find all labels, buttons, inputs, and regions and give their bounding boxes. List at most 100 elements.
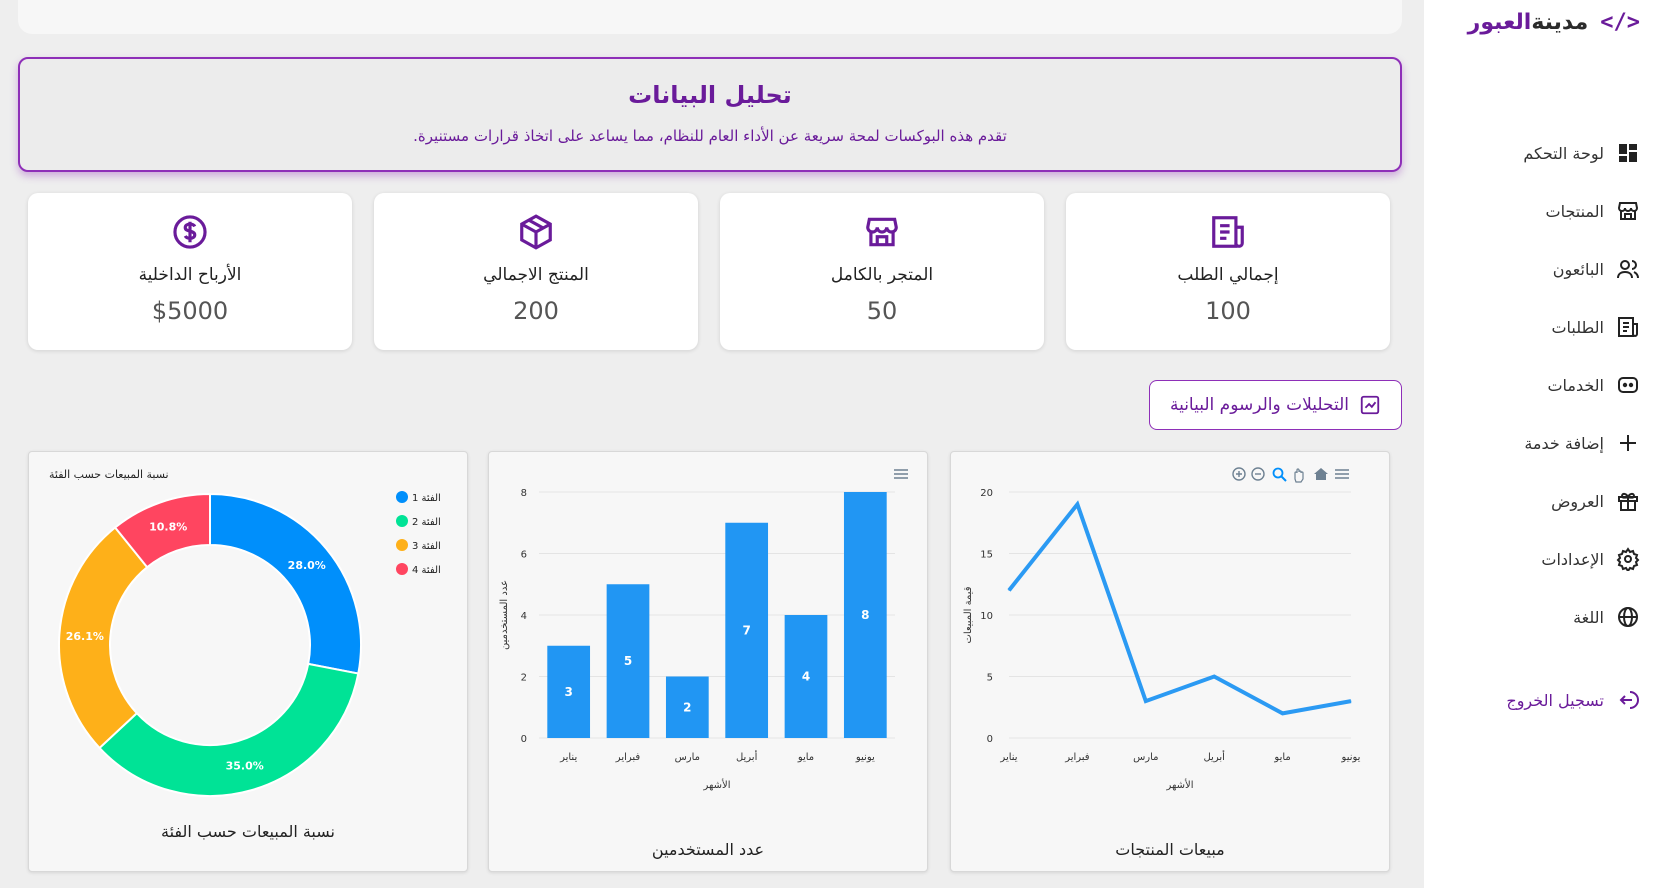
brand-name: مدينةالعبور bbox=[1468, 10, 1589, 35]
sidebar-item-label: العروض bbox=[1551, 491, 1604, 511]
stat-value: $5000 bbox=[151, 297, 229, 325]
line-chart: 0 5 10 15 20 يناير فبراير مارس أبريل مايو يونيو الأ… bbox=[963, 467, 1361, 791]
menu-icon[interactable] bbox=[894, 469, 908, 479]
sidebar-item-language[interactable]: اللغة bbox=[1440, 588, 1640, 646]
stat-title: إجمالي الطلب bbox=[1177, 265, 1279, 285]
data-point bbox=[1350, 700, 1352, 702]
x-tick-label: مايو bbox=[1273, 752, 1290, 763]
home-icon[interactable] bbox=[1314, 468, 1328, 480]
x-tick-label: يونيو bbox=[1341, 752, 1361, 763]
sidebar-item-label: الإعدادات bbox=[1541, 549, 1604, 569]
zoom-out-icon[interactable] bbox=[1251, 467, 1265, 481]
store-icon bbox=[1617, 202, 1639, 220]
code-icon: </> bbox=[1600, 10, 1640, 35]
sidebar-item-products[interactable]: المنتجات bbox=[1440, 182, 1640, 240]
legend-marker bbox=[396, 515, 408, 527]
users-icon bbox=[1617, 260, 1639, 279]
chart-caption: عدد المستخدمين bbox=[651, 840, 765, 859]
hero-title: تحليل البيانات bbox=[628, 81, 792, 109]
legend-marker bbox=[396, 563, 408, 575]
chart-caption: نسبة المبيعات حسب الفئة bbox=[161, 822, 335, 841]
y-axis-title: قيمة المبيعات bbox=[963, 586, 974, 643]
stat-card-orders: إجمالي الطلب 100 bbox=[1066, 193, 1390, 350]
x-axis-title: الأشهر bbox=[703, 778, 731, 791]
services-icon bbox=[1618, 377, 1638, 393]
x-axis-title: الأشهر bbox=[1166, 778, 1194, 791]
bar-data-label: 7 bbox=[742, 623, 750, 637]
pie-chart-card: نسبة المبيعات حسب الفئة 28.0% 35.0% 26.1% 10… bbox=[28, 451, 468, 872]
bar-data-label: 3 bbox=[564, 685, 572, 699]
y-tick-label: 8 bbox=[521, 488, 527, 499]
data-point bbox=[1076, 503, 1078, 505]
y-tick-label: 6 bbox=[521, 550, 527, 561]
x-tick-label: مايو bbox=[797, 752, 814, 763]
sidebar-item-settings[interactable]: الإعدادات bbox=[1440, 530, 1640, 588]
sidebar-item-label: المنتجات bbox=[1545, 201, 1605, 221]
x-tick-label: أبريل bbox=[1203, 750, 1225, 763]
y-axis-title: عدد المستخدمين bbox=[499, 580, 510, 650]
legend-marker bbox=[396, 539, 408, 551]
legend-label: الفئة 2 bbox=[412, 517, 441, 528]
sidebar-item-services[interactable]: الخدمات bbox=[1440, 356, 1640, 414]
chart-line-icon bbox=[1360, 395, 1380, 415]
brand[interactable]: </> مدينةالعبور bbox=[1468, 10, 1640, 35]
orders-icon bbox=[1212, 216, 1244, 248]
slice-label: 28.0% bbox=[288, 559, 326, 572]
series-line bbox=[1007, 500, 1352, 716]
zoom-in-icon[interactable] bbox=[1232, 467, 1246, 481]
analytics-button-label: التحليلات والرسوم البيانية bbox=[1169, 395, 1350, 415]
bar-data-label: 4 bbox=[802, 670, 810, 684]
bar-data-label: 2 bbox=[683, 700, 691, 714]
y-tick-label: 5 bbox=[987, 673, 993, 684]
sidebar-item-dashboard[interactable]: لوحة التحكم bbox=[1440, 124, 1640, 182]
y-tick-label: 20 bbox=[980, 488, 993, 499]
stat-value: 100 bbox=[1205, 297, 1251, 325]
sidebar-item-orders[interactable]: الطلبات bbox=[1440, 298, 1640, 356]
data-point bbox=[1145, 700, 1147, 702]
y-tick-label: 2 bbox=[521, 673, 527, 684]
sidebar-item-label: اللغة bbox=[1573, 607, 1604, 627]
x-tick-label: فبراير bbox=[615, 752, 641, 763]
analytics-button[interactable]: التحليلات والرسوم البيانية bbox=[1149, 380, 1402, 430]
globe-icon bbox=[1618, 607, 1638, 627]
slice-label: 10.8% bbox=[149, 521, 187, 534]
stat-value: 200 bbox=[513, 297, 559, 325]
store-icon bbox=[866, 217, 898, 247]
gear-icon bbox=[1616, 547, 1640, 571]
sidebar-item-label: إضافة خدمة bbox=[1524, 433, 1604, 453]
hero-banner: تحليل البيانات تقدم هذه البوكسات لمحة سر… bbox=[18, 57, 1402, 172]
stat-card-products: المنتج الاجمالي 200 bbox=[374, 193, 698, 350]
sidebar-item-label: الخدمات bbox=[1547, 375, 1604, 395]
logout-button[interactable]: تسجيل الخروج bbox=[1506, 688, 1640, 712]
box-icon bbox=[520, 214, 552, 250]
sidebar-item-offers[interactable]: العروض bbox=[1440, 472, 1640, 530]
line-chart-card: 0 5 10 15 20 يناير فبراير مارس أبريل مايو يونيو الأ… bbox=[950, 451, 1390, 872]
x-tick-label: فبراير bbox=[1064, 752, 1090, 763]
legend-marker bbox=[396, 491, 408, 503]
sidebar-item-label: البائعون bbox=[1552, 259, 1604, 279]
data-point bbox=[1282, 712, 1284, 714]
data-point bbox=[1008, 589, 1010, 591]
y-tick-label: 4 bbox=[521, 611, 527, 622]
sidebar: </> مدينةالعبور لوحة التحكم المنتجات الب… bbox=[1424, 0, 1656, 888]
sidebar-item-label: لوحة التحكم bbox=[1523, 143, 1604, 163]
stat-title: المنتج الاجمالي bbox=[483, 265, 589, 285]
y-tick-label: 0 bbox=[521, 734, 527, 745]
orders-icon bbox=[1618, 317, 1638, 337]
y-tick-label: 10 bbox=[980, 611, 993, 622]
top-strip bbox=[18, 0, 1402, 34]
legend-label: الفئة 4 bbox=[412, 565, 441, 576]
bar-data-label: 5 bbox=[624, 654, 632, 668]
x-tick-label: مارس bbox=[1133, 752, 1158, 763]
pan-icon[interactable] bbox=[1294, 468, 1304, 483]
bar-data-label: 8 bbox=[861, 608, 869, 622]
menu-icon[interactable] bbox=[1335, 469, 1349, 479]
bar-chart-card: 0 2 4 6 8 3 يناير 5 فبراير 2 مارس 7 أبريل 4 مايو 8 يونيو… bbox=[488, 451, 928, 872]
sidebar-item-add-service[interactable]: إضافة خدمة bbox=[1440, 414, 1640, 472]
x-tick-label: مارس bbox=[675, 752, 700, 763]
chart-caption: مبيعات المنتجات bbox=[1115, 840, 1225, 859]
pie-slice bbox=[98, 662, 360, 797]
plus-icon bbox=[1620, 435, 1636, 451]
search-icon[interactable] bbox=[1272, 467, 1287, 482]
sidebar-item-vendors[interactable]: البائعون bbox=[1440, 240, 1640, 298]
